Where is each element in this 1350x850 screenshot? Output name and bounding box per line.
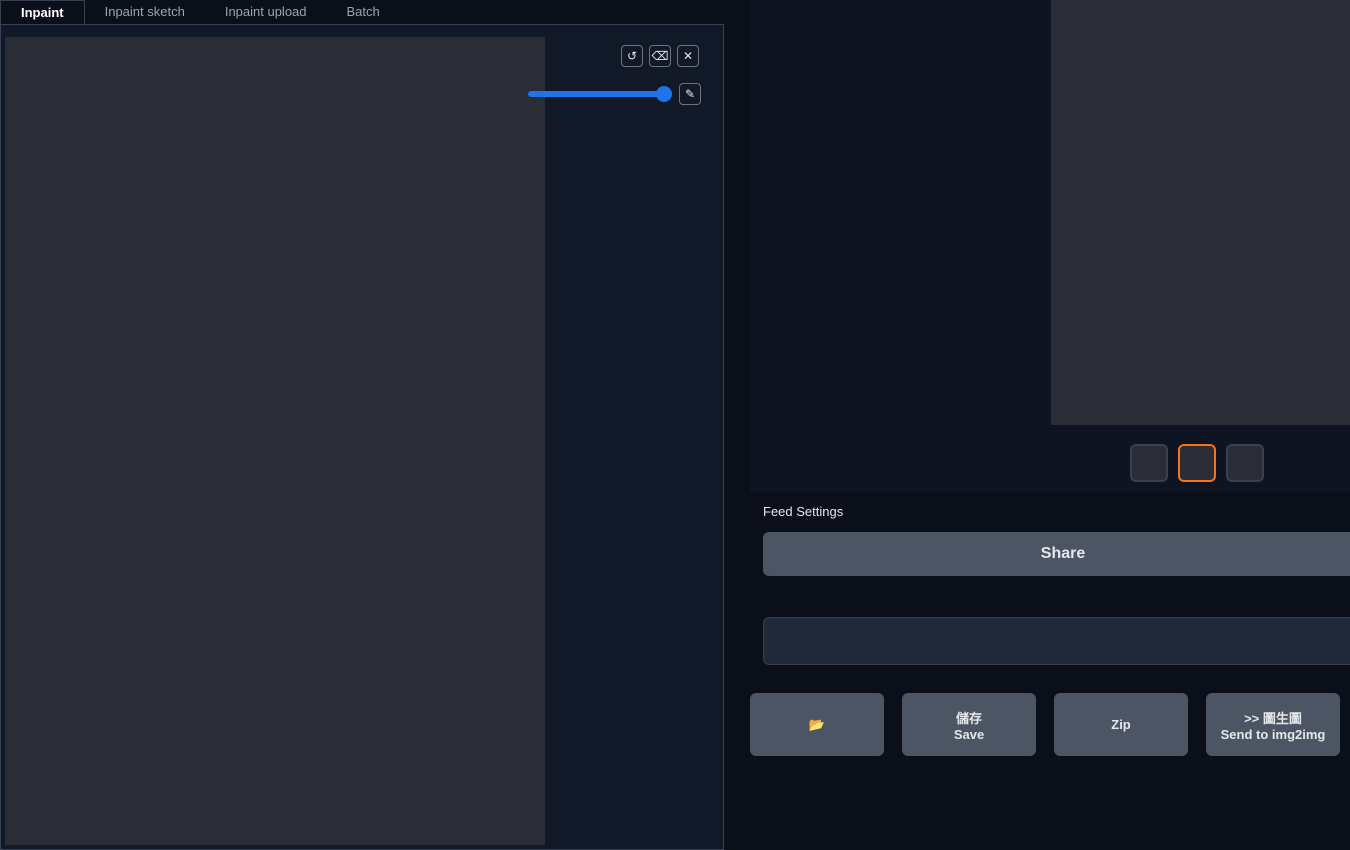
thumbnail[interactable] bbox=[1130, 444, 1168, 482]
feed-settings-label: Feed Settings bbox=[763, 504, 844, 519]
save-button[interactable]: 儲存 Save bbox=[902, 693, 1036, 756]
brush-size-slider[interactable] bbox=[528, 86, 672, 102]
thumbnail[interactable] bbox=[1226, 444, 1264, 482]
image-preview-placeholder[interactable] bbox=[1051, 0, 1350, 425]
save-label: Save bbox=[953, 726, 985, 742]
editor-tools: ↺ ⌫ ✕ bbox=[621, 45, 699, 67]
tab-batch[interactable]: Batch bbox=[327, 0, 400, 24]
brush-icon[interactable]: ✎ bbox=[679, 83, 701, 105]
inpaint-editor: ↺ ⌫ ✕ ✎ bbox=[0, 24, 724, 850]
send-label: Send to img2img bbox=[1220, 726, 1326, 742]
tab-inpaint-upload[interactable]: Inpaint upload bbox=[205, 0, 327, 24]
eraser-icon[interactable]: ⌫ bbox=[649, 45, 671, 67]
output-gallery bbox=[750, 0, 1350, 492]
tab-inpaint-sketch[interactable]: Inpaint sketch bbox=[85, 0, 205, 24]
thumbnail-selected[interactable] bbox=[1178, 444, 1216, 482]
open-folder-button[interactable]: 📂 bbox=[750, 693, 884, 756]
tab-inpaint[interactable]: Inpaint bbox=[0, 0, 85, 24]
tab-bar: Inpaint Inpaint sketch Inpaint upload Ba… bbox=[0, 0, 400, 24]
image-canvas-placeholder[interactable] bbox=[5, 37, 545, 845]
send-label-zh: >> 圖生圖 bbox=[1244, 710, 1302, 726]
send-to-img2img-button[interactable]: >> 圖生圖 Send to img2img bbox=[1206, 693, 1340, 756]
save-label-zh: 儲存 bbox=[955, 710, 982, 726]
zip-button[interactable]: Zip bbox=[1054, 693, 1188, 756]
undo-icon[interactable]: ↺ bbox=[621, 45, 643, 67]
thumbnail-strip bbox=[1130, 444, 1264, 482]
folder-icon: 📂 bbox=[808, 716, 826, 732]
close-icon[interactable]: ✕ bbox=[677, 45, 699, 67]
slider-knob[interactable] bbox=[656, 86, 672, 102]
info-textbox[interactable] bbox=[763, 617, 1350, 665]
action-buttons: 📂 儲存 Save Zip >> 圖生圖 Send to img2img bbox=[750, 693, 1340, 756]
share-button[interactable]: Share bbox=[763, 532, 1350, 576]
